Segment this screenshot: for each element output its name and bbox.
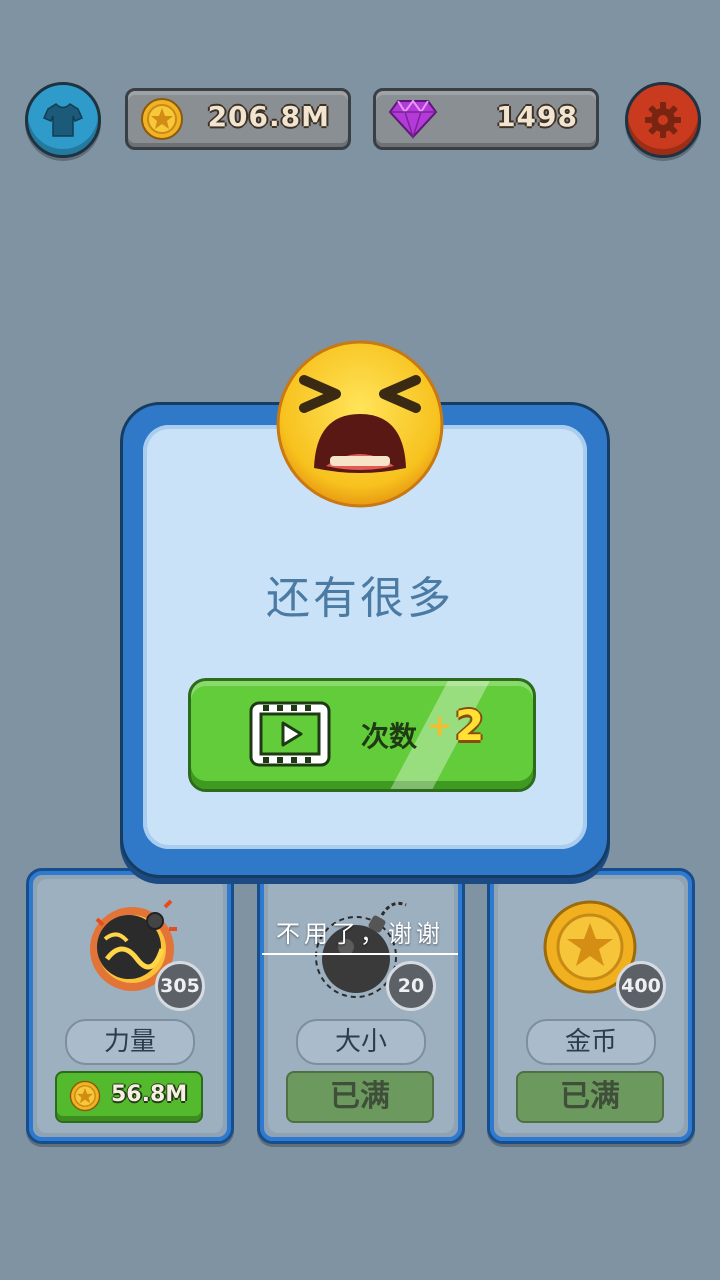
upgrade-card-power[interactable]: 305 力量 56.8M [26,868,234,1144]
upgrade-card-size[interactable]: 20 大小 已满 [257,868,465,1144]
coin-icon [69,1080,101,1112]
skins-button[interactable] [25,82,101,158]
plus-sign: + [427,709,453,744]
video-button-label: 次数 [361,720,418,753]
upgrade-name: 大小 [296,1019,426,1065]
bonus-amount: 2 [455,701,485,750]
level-badge: 400 [616,961,666,1011]
no-thanks-link[interactable]: 不用了，谢谢 [262,914,458,955]
gear-icon [645,102,681,138]
gem-amount: 1498 [496,100,578,133]
video-play-icon [249,701,331,767]
upgrade-name: 金币 [526,1019,656,1065]
dialog-title: 还有很多 [266,573,454,624]
maxed-status: 已满 [286,1071,434,1123]
level-badge: 20 [386,961,436,1011]
settings-button[interactable] [625,82,701,158]
level-badge: 305 [155,961,205,1011]
gem-icon [388,99,438,139]
maxed-status: 已满 [516,1071,664,1123]
gem-counter: 1498 [373,88,599,150]
coin-counter: 206.8M [125,88,351,150]
watch-video-button[interactable]: 次数 + 2 [188,678,536,792]
shirt-icon [43,103,83,137]
price-amount: 56.8M [111,1082,188,1107]
upgrade-price-button[interactable]: 56.8M [55,1071,203,1123]
upgrade-name: 力量 [65,1019,195,1065]
coin-icon [141,98,183,140]
crying-face-icon [276,340,444,508]
upgrade-card-coins[interactable]: 400 金币 已满 [487,868,695,1144]
coin-amount: 206.8M [207,100,330,133]
